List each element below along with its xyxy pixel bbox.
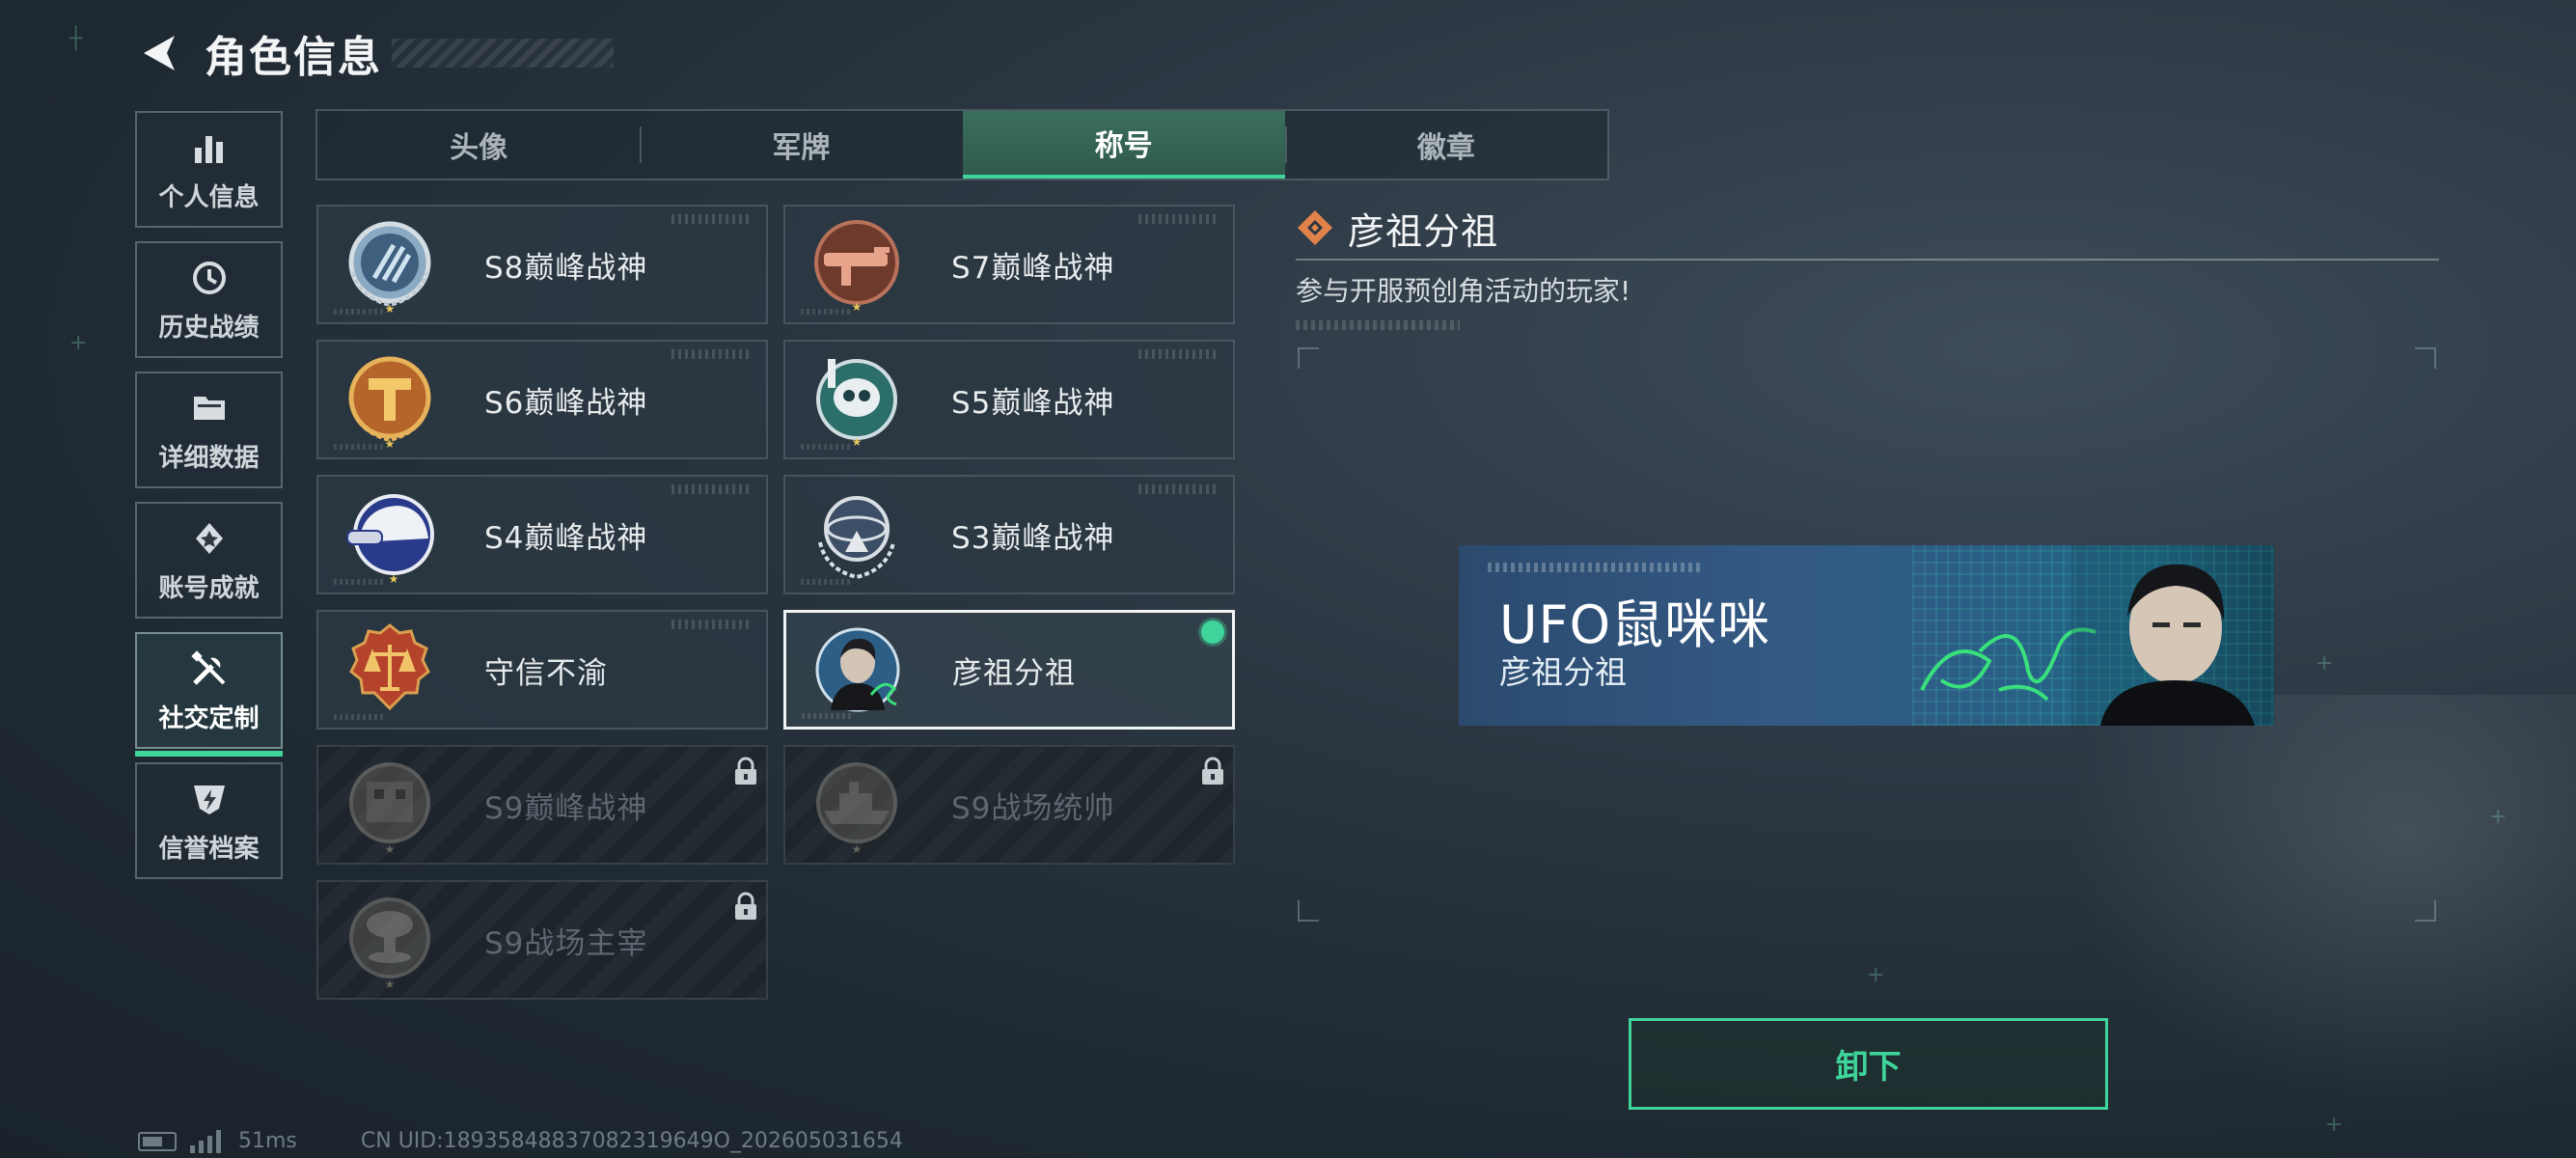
svg-text:★: ★ <box>852 842 863 855</box>
nav-item-credit-file[interactable]: 信誉档案 <box>135 762 283 879</box>
detail-title: 彦祖分祖 <box>1348 209 1499 253</box>
tab-badge[interactable]: 徽章 <box>1284 111 1607 179</box>
nav-item-label: 个人信息 <box>158 183 260 212</box>
title-stripe-decoration <box>392 39 614 68</box>
title-card[interactable]: ★ S7巅峰战神 <box>783 205 1235 324</box>
crosshair-decoration: + <box>1867 963 1885 987</box>
warship-emblem-icon: ★ <box>807 755 907 855</box>
back-button[interactable] <box>135 29 183 77</box>
mushroom-cloud-emblem-icon: ★ <box>340 890 440 990</box>
back-arrow-icon <box>144 36 175 70</box>
status-footer: 51ms CN UID:18935848837082319649O_202605… <box>138 1129 903 1153</box>
battery-icon <box>138 1131 177 1151</box>
folder-icon <box>187 386 232 430</box>
crosshair-decoration: ┼ <box>69 27 83 51</box>
title-name: S9战场统帅 <box>951 790 1115 826</box>
achievement-icon <box>187 516 232 561</box>
portrait-emblem-icon <box>808 620 908 720</box>
side-nav: 个人信息 历史战绩 详细数据 账号成就 社交定制 信誉档案 <box>135 111 283 893</box>
s9-emblem-icon: ★ <box>340 755 440 855</box>
nav-item-label: 详细数据 <box>158 444 260 473</box>
page-title: 角色信息 <box>205 33 382 82</box>
title-card-locked[interactable]: ★ S9巅峰战神 <box>316 745 768 865</box>
title-card[interactable]: ★ S6巅峰战神 <box>316 340 768 459</box>
nav-item-detail-data[interactable]: 详细数据 <box>135 372 283 488</box>
signal-icon <box>190 1129 221 1153</box>
s3-emblem-icon <box>807 484 907 585</box>
unequip-button[interactable]: 卸下 <box>1629 1018 2108 1110</box>
user-uid: CN UID:18935848837082319649O_20260503165… <box>360 1129 903 1153</box>
svg-text:★: ★ <box>385 437 396 450</box>
title-name: S5巅峰战神 <box>951 385 1115 421</box>
s7-emblem-icon: ★ <box>807 214 907 315</box>
title-card[interactable]: S3巅峰战神 <box>783 475 1235 594</box>
ping-value: 51ms <box>238 1129 297 1153</box>
detail-deco-bar <box>1296 320 1460 330</box>
title-card[interactable]: ★ S5巅峰战神 <box>783 340 1235 459</box>
bar-chart-icon <box>187 125 232 170</box>
crosshair-decoration: + <box>2489 805 2507 829</box>
title-name: S9战场主宰 <box>484 925 648 961</box>
equipped-indicator <box>1201 620 1224 644</box>
nav-item-history[interactable]: 历史战绩 <box>135 241 283 358</box>
s4-emblem-icon: ★ <box>340 484 440 585</box>
svg-text:★: ★ <box>852 435 863 449</box>
nav-item-label: 信誉档案 <box>158 835 260 864</box>
page-header: 角色信息 <box>135 24 614 82</box>
crosshair-decoration: + <box>2325 1113 2343 1137</box>
customization-tabs: 头像 军牌 称号 徽章 <box>315 109 1609 180</box>
svg-text:★: ★ <box>385 978 396 990</box>
nav-item-personal-info[interactable]: 个人信息 <box>135 111 283 228</box>
title-name: S8巅峰战神 <box>484 250 648 286</box>
title-card-selected[interactable]: 彦祖分祖 <box>783 610 1235 730</box>
tab-dog-tag[interactable]: 军牌 <box>640 111 962 179</box>
nav-item-label: 历史战绩 <box>158 314 260 343</box>
title-name: S6巅峰战神 <box>484 385 648 421</box>
tab-avatar[interactable]: 头像 <box>317 111 640 179</box>
title-name: S3巅峰战神 <box>951 520 1115 556</box>
credit-shield-icon <box>187 777 232 821</box>
title-diamond-icon <box>1298 210 1332 245</box>
portrait-image <box>2071 545 2274 726</box>
divider <box>1296 259 2439 261</box>
title-detail-panel: 彦祖分祖 参与开服预创角活动的玩家! <box>1296 203 2439 330</box>
svg-text:★: ★ <box>389 572 399 585</box>
nav-item-label: 账号成就 <box>158 574 260 603</box>
title-card[interactable]: ★ S8巅峰战神 <box>316 205 768 324</box>
title-name: S4巅峰战神 <box>484 520 648 556</box>
title-card[interactable]: 守信不渝 <box>316 610 768 730</box>
lock-icon <box>1200 757 1225 786</box>
scales-emblem-icon <box>340 620 440 720</box>
title-card[interactable]: ★ S4巅峰战神 <box>316 475 768 594</box>
lock-icon <box>733 757 758 786</box>
title-card-locked[interactable]: ★ S9战场统帅 <box>783 745 1235 865</box>
detail-description: 参与开服预创角活动的玩家! <box>1296 275 1631 307</box>
crosshair-decoration: + <box>69 331 88 355</box>
lock-icon <box>733 892 758 921</box>
tools-icon <box>187 647 232 691</box>
tab-title[interactable]: 称号 <box>962 111 1285 179</box>
history-icon <box>187 256 232 300</box>
title-name: S7巅峰战神 <box>951 250 1115 286</box>
crosshair-decoration: + <box>2316 651 2334 676</box>
nav-item-social-customization[interactable]: 社交定制 <box>135 632 283 757</box>
nameplate-preview: UFO鼠咪咪 彦祖分祖 <box>1459 545 2274 726</box>
s8-emblem-icon: ★ <box>340 214 440 315</box>
detail-header: 彦祖分祖 <box>1296 203 2439 253</box>
nav-item-achievements[interactable]: 账号成就 <box>135 502 283 619</box>
s6-emblem-icon: ★ <box>340 349 440 450</box>
title-name: 彦祖分祖 <box>952 655 1076 691</box>
svg-text:★: ★ <box>852 300 863 314</box>
title-name: 守信不渝 <box>484 655 608 691</box>
title-card-locked[interactable]: ★ S9战场主宰 <box>316 880 768 1000</box>
nav-item-label: 社交定制 <box>158 704 260 733</box>
nameplate-title: 彦祖分祖 <box>1499 653 1627 691</box>
svg-text:★: ★ <box>385 842 396 855</box>
s5-emblem-icon: ★ <box>807 349 907 450</box>
svg-text:★: ★ <box>385 302 396 315</box>
title-name: S9巅峰战神 <box>484 790 648 826</box>
